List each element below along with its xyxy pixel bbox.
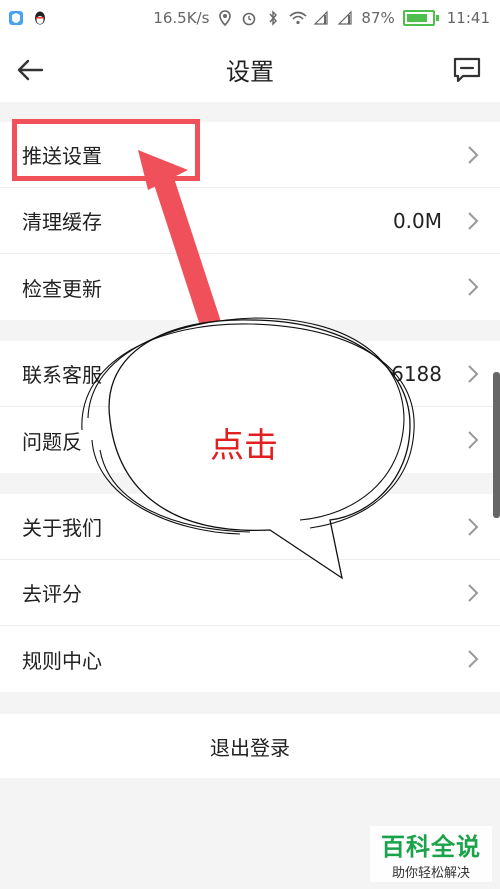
location-icon (217, 10, 233, 27)
row-label: 检查更新 (22, 276, 102, 301)
watermark-subtitle: 助你轻松解决 (391, 866, 470, 881)
row-label: 规则中心 (22, 648, 102, 673)
row-rules-center[interactable]: 规则中心 (0, 626, 500, 692)
row-label: 联系客服 (22, 363, 102, 387)
support-number-value: 106188 (365, 361, 442, 386)
network-speed: 16.5K/s (153, 9, 210, 27)
clock: 11:41 (446, 9, 490, 27)
back-button[interactable] (14, 53, 48, 87)
row-about-us[interactable]: 关于我们 (0, 494, 500, 560)
watermark-title: 百科全说 (381, 833, 481, 861)
chevron-right-icon (468, 650, 479, 668)
logout-button[interactable]: 退出登录 (0, 714, 500, 778)
chevron-right-icon (468, 278, 479, 296)
chat-feedback-icon (453, 57, 481, 83)
settings-group-about: 关于我们 去评分 规则中心 (0, 494, 500, 692)
qq-penguin-icon (32, 10, 48, 26)
battery-icon (402, 10, 435, 26)
row-label: 清理缓存 (22, 210, 102, 234)
back-arrow-icon (17, 59, 44, 81)
chevron-right-icon (468, 584, 479, 602)
chevron-right-icon (468, 212, 479, 230)
row-clear-cache[interactable]: 清理缓存 0.0M (0, 188, 500, 254)
feedback-button[interactable] (450, 53, 484, 87)
row-rate-app[interactable]: 去评分 (0, 560, 500, 626)
signal-icon-1 (313, 10, 329, 26)
chevron-right-icon (468, 365, 479, 383)
row-check-update[interactable]: 检查更新 (0, 254, 500, 320)
battery-percent: 87% (361, 9, 395, 27)
wifi-icon (289, 10, 307, 26)
alarm-icon (241, 10, 257, 26)
page-title: 设置 (226, 57, 274, 86)
logout-label: 退出登录 (210, 735, 290, 760)
row-contact-support[interactable]: 联系客服 106188 (0, 341, 500, 407)
row-label: 去评分 (22, 582, 82, 606)
row-label: 关于我们 (22, 516, 102, 540)
chevron-right-icon (468, 146, 479, 164)
shield-app-icon (8, 10, 24, 26)
bluetooth-icon (265, 10, 281, 26)
chevron-right-icon (468, 518, 479, 536)
battery-tip (435, 15, 439, 21)
watermark-logo: 百科全说 助你轻松解决 (370, 826, 492, 882)
row-label: 问题反 (22, 429, 82, 454)
status-bar: 16.5K/s 87% 11:41 (0, 0, 500, 36)
nav-header: 设置 (0, 36, 500, 102)
chevron-right-icon (468, 431, 479, 449)
signal-icon-2 (337, 10, 353, 26)
highlight-box (12, 119, 200, 181)
bubble-text: 点击 (210, 426, 278, 466)
cache-size-value: 0.0M (392, 208, 442, 233)
scrollbar-handle[interactable] (493, 372, 500, 518)
